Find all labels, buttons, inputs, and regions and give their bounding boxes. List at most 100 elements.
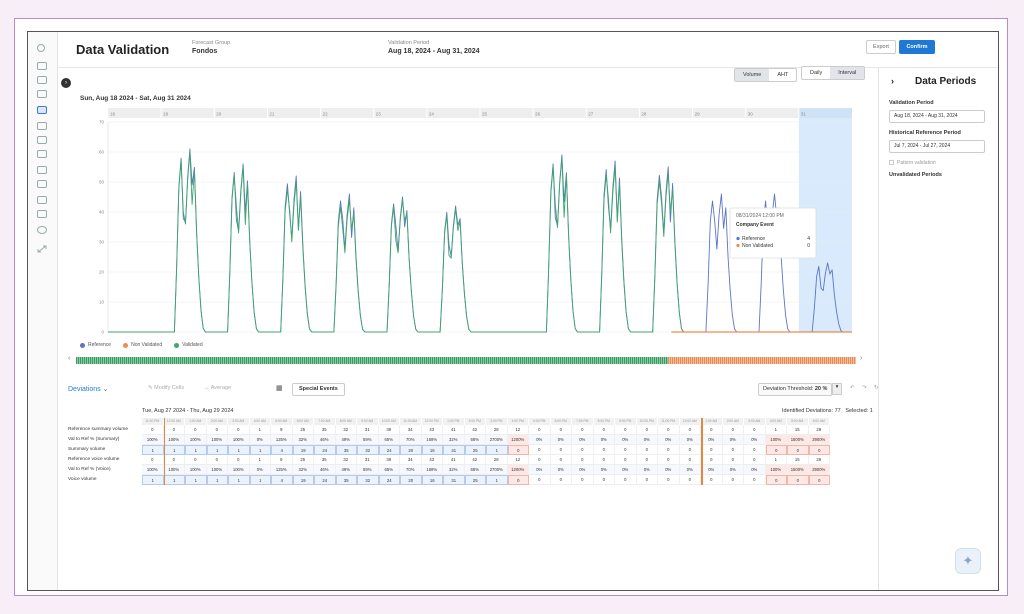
table-cell[interactable]: 4	[271, 445, 293, 455]
legend-non-validated[interactable]: Non Validated	[123, 342, 162, 348]
table-cell[interactable]: 24	[314, 475, 336, 485]
table-cell[interactable]: 1	[142, 445, 164, 455]
validation-period-field[interactable]: Aug 18, 2024 - Aug 31, 2024	[889, 110, 985, 123]
table-cell[interactable]: 0	[572, 445, 594, 455]
table-icon[interactable]	[37, 166, 47, 174]
table-cell[interactable]: 25	[464, 445, 486, 455]
collapse-nav-icon[interactable]	[37, 44, 45, 52]
table-cell[interactable]: 0	[808, 445, 830, 455]
table-cell[interactable]: 0	[507, 445, 529, 455]
table-cell[interactable]: 35	[335, 475, 357, 485]
table-cell[interactable]: 0	[765, 445, 787, 455]
report-icon[interactable]	[37, 150, 47, 158]
expand-icon[interactable]	[37, 240, 47, 253]
toggle-daily[interactable]: Daily	[802, 67, 830, 79]
table-cell[interactable]: 19	[292, 445, 314, 455]
deviation-threshold[interactable]: Deviation Threshold: 20 %	[758, 383, 833, 396]
bar-chart-icon[interactable]	[37, 122, 47, 130]
help-assistant-button[interactable]: ✦	[955, 548, 981, 574]
table-cell[interactable]: 0	[615, 475, 637, 485]
redo-icon[interactable]: ↷	[862, 385, 867, 391]
table-cell[interactable]: 1	[163, 445, 185, 455]
table-cell[interactable]: 1	[185, 475, 207, 485]
database-icon[interactable]	[37, 62, 47, 70]
volume-chart-svg[interactable]: 18 19 20 21 22 23 24 25 26 27 28 29 30 31010203040506…	[68, 108, 866, 338]
table-cell[interactable]: 35	[335, 445, 357, 455]
table-cell[interactable]: 0	[550, 445, 572, 455]
table-cell[interactable]: 0	[529, 445, 551, 455]
table-cell[interactable]: 0	[679, 475, 701, 485]
table-cell[interactable]: 31	[443, 475, 465, 485]
table-cell[interactable]: 1	[206, 445, 228, 455]
deviations-dropdown[interactable]: Deviations ⌄	[68, 385, 109, 393]
table-cell[interactable]: 1	[142, 475, 164, 485]
table-cell[interactable]: 0	[787, 475, 809, 485]
table-cell[interactable]: 1	[249, 475, 271, 485]
expand-panel-button[interactable]: ›	[61, 78, 71, 88]
table-cell[interactable]: 0	[722, 475, 744, 485]
layout-icon[interactable]	[37, 180, 47, 188]
table-cell[interactable]: 1	[228, 445, 250, 455]
table-cell[interactable]: 20	[400, 475, 422, 485]
table-cell[interactable]: 0	[808, 475, 830, 485]
table-cell[interactable]: 0	[507, 475, 529, 485]
data-validation-icon[interactable]	[37, 106, 47, 114]
legend-reference[interactable]: Reference	[80, 342, 111, 348]
table-cell[interactable]: 16	[421, 475, 443, 485]
table-cell[interactable]: 1	[249, 445, 271, 455]
table-cell[interactable]: 0	[787, 445, 809, 455]
table-cell[interactable]: 25	[464, 475, 486, 485]
legend-validated[interactable]: Validated	[174, 342, 203, 348]
toggle-interval[interactable]: Interval	[830, 67, 865, 79]
table-cell[interactable]: 0	[722, 445, 744, 455]
threshold-dropdown-icon[interactable]: ▾	[832, 383, 842, 395]
table-cell[interactable]: 20	[400, 445, 422, 455]
table-cell[interactable]: 1	[228, 475, 250, 485]
table-cell[interactable]: 1	[163, 475, 185, 485]
table-cell[interactable]: 1	[486, 445, 508, 455]
document-icon[interactable]	[37, 136, 47, 144]
table-cell[interactable]: 0	[679, 445, 701, 455]
table-cell[interactable]: 0	[572, 475, 594, 485]
table-cell[interactable]: 0	[636, 445, 658, 455]
table-cell[interactable]: 0	[658, 475, 680, 485]
table-cell[interactable]: 31	[443, 445, 465, 455]
table-cell[interactable]: 0	[593, 445, 615, 455]
toggle-volume[interactable]: Volume	[735, 69, 770, 81]
chevron-right-icon[interactable]: ›	[891, 76, 894, 86]
table-cell[interactable]: 1	[185, 445, 207, 455]
table-cell[interactable]: 4	[271, 475, 293, 485]
special-events-button[interactable]: Special Events	[292, 383, 345, 396]
table-cell[interactable]: 0	[593, 475, 615, 485]
confirm-button[interactable]: Confirm	[899, 40, 935, 54]
table-cell[interactable]: 24	[378, 445, 400, 455]
table-cell[interactable]: 16	[421, 445, 443, 455]
calendar-icon[interactable]	[37, 196, 47, 204]
scroll-left-icon[interactable]: ‹	[68, 355, 70, 362]
average-button[interactable]: ↔ Average	[204, 385, 231, 391]
table-cell[interactable]: 19	[292, 475, 314, 485]
table-cell[interactable]: 0	[744, 445, 766, 455]
table-cell[interactable]: 32	[357, 475, 379, 485]
modify-cells-button[interactable]: ✎ Modify Cells	[148, 385, 184, 391]
table-cell[interactable]: 1	[486, 475, 508, 485]
table-cell[interactable]: 32	[357, 445, 379, 455]
calendar-icon[interactable]: ▦	[276, 384, 283, 392]
export-button[interactable]: Export	[866, 40, 896, 54]
table-cell[interactable]: 0	[765, 475, 787, 485]
historical-period-field[interactable]: Jul 7, 2024 - Jul 27, 2024	[889, 140, 985, 153]
trend-icon[interactable]	[37, 210, 47, 218]
table-cell[interactable]: 0	[701, 475, 723, 485]
signal-icon[interactable]	[37, 76, 47, 84]
table-cell[interactable]: 0	[744, 475, 766, 485]
table-cell[interactable]: 24	[378, 475, 400, 485]
undo-icon[interactable]: ↶	[850, 385, 855, 391]
toggle-aht[interactable]: AHT	[769, 69, 796, 81]
table-cell[interactable]: 0	[636, 475, 658, 485]
table-cell[interactable]: 0	[701, 445, 723, 455]
help-circle-icon[interactable]	[37, 226, 47, 234]
table-cell[interactable]: 0	[615, 445, 637, 455]
table-cell[interactable]: 0	[658, 445, 680, 455]
validation-timeline-strip[interactable]	[76, 357, 856, 364]
pattern-validation-checkbox[interactable]: Pattern validation	[889, 160, 936, 166]
